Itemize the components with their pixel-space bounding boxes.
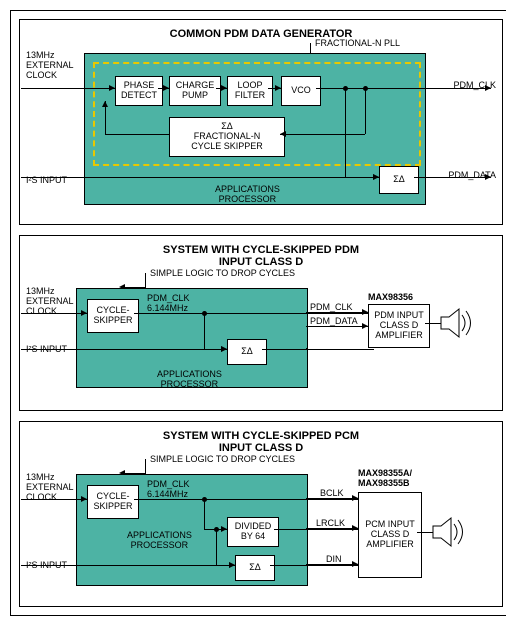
panel-pdm: SYSTEM WITH CYCLE-SKIPPED PDM INPUT CLAS… [19,235,503,411]
vco: VCO [281,76,321,106]
panel-common: COMMON PDM DATA GENERATOR FRACTIONAL-N P… [19,19,503,225]
pdm-clk-sig: PDM_CLK [310,302,353,312]
loop-filter: LOOP FILTER [227,76,273,106]
lrclk-sig: LRCLK [316,518,345,528]
cycle-skipper: CYCLE- SKIPPER [87,299,139,333]
part-max98356: MAX98356 [368,292,413,302]
sigma-delta: ΣΔ [379,166,419,194]
apps-proc-label-2: APPLICATIONS PROCESSOR [157,369,222,389]
phase-detect: PHASE DETECT [115,76,163,106]
fractional-n: ΣΔ FRACTIONAL-N CYCLE SKIPPER [169,117,285,157]
din-sig: DIN [326,554,342,564]
amp-pdm: PDM INPUT CLASS D AMPLIFIER [368,304,430,348]
title-pcm: SYSTEM WITH CYCLE-SKIPPED PCM INPUT CLAS… [26,430,496,454]
ext-clock-label: 13MHz EXTERNAL CLOCK [26,50,74,80]
pll-callout: FRACTIONAL-N PLL [315,38,400,48]
charge-pump: CHARGE PUMP [169,76,221,106]
apps-proc-label: APPLICATIONS PROCESSOR [215,184,280,204]
speaker-icon [440,306,474,340]
title-common: COMMON PDM DATA GENERATOR [26,28,496,40]
cycle-skipper-2: CYCLE- SKIPPER [87,485,139,519]
pdm-data-sig: PDM_DATA [310,316,358,326]
apps-proc-label-3: APPLICATIONS PROCESSOR [127,530,192,550]
divided-64: DIVIDED BY 64 [227,517,279,547]
ext-clock-label-3: 13MHz EXTERNAL CLOCK [26,472,74,502]
sigma-delta-2: ΣΔ [227,339,267,365]
app-processor: PHASE DETECT CHARGE PUMP LOOP FILTER VCO… [84,53,426,205]
app-processor-3: CYCLE- SKIPPER DIVIDED BY 64 ΣΔ PDM_CLK … [76,474,308,586]
figure-frame: COMMON PDM DATA GENERATOR FRACTIONAL-N P… [10,10,506,616]
clk-label: PDM_CLK 6.144MHz [147,293,190,313]
part-max98355: MAX98355A/ MAX98355B [358,468,412,488]
panel-pcm: SYSTEM WITH CYCLE-SKIPPED PCM INPUT CLAS… [19,421,503,607]
drop-label-2: SIMPLE LOGIC TO DROP CYCLES [150,454,295,464]
ext-clock-label-2: 13MHz EXTERNAL CLOCK [26,286,74,316]
sigma-delta-3: ΣΔ [235,555,275,581]
drop-label: SIMPLE LOGIC TO DROP CYCLES [150,268,295,278]
title-pdm: SYSTEM WITH CYCLE-SKIPPED PDM INPUT CLAS… [26,244,496,268]
speaker-icon-2 [432,515,466,549]
bclk-sig: BCLK [320,488,344,498]
app-processor-2: CYCLE- SKIPPER ΣΔ PDM_CLK 6.144MHz APPLI… [76,288,308,388]
amp-pcm: PCM INPUT CLASS D AMPLIFIER [358,492,422,578]
clk-label-2: PDM_CLK 6.144MHz [147,479,190,499]
